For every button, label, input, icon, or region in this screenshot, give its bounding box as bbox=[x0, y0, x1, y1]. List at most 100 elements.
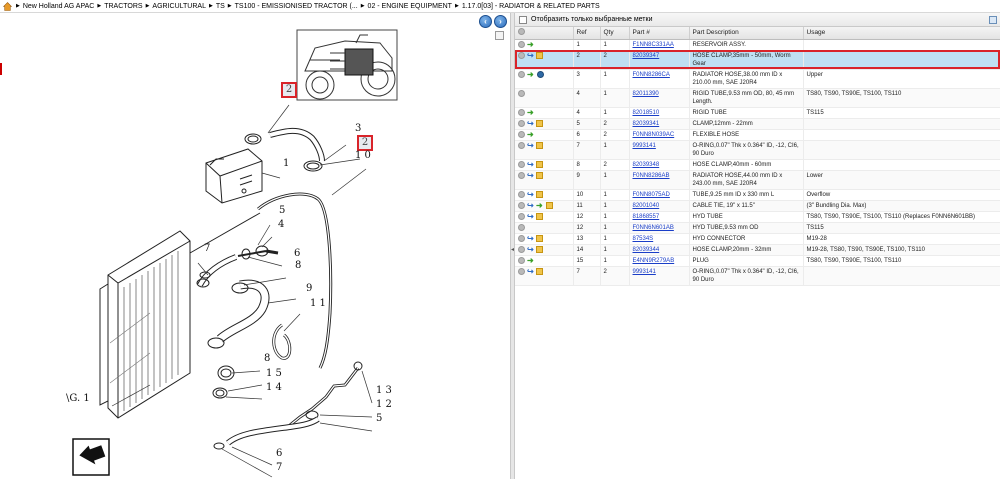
info-icon[interactable] bbox=[518, 202, 525, 209]
replace-arrow-icon[interactable]: ↪ bbox=[527, 202, 534, 210]
replace-arrow-icon[interactable]: ↪ bbox=[527, 52, 534, 60]
info-icon[interactable] bbox=[518, 142, 525, 149]
replace-arrow-icon[interactable]: ↪ bbox=[527, 120, 534, 128]
table-row[interactable]: ↪ 8 2 82039348 HOSE CLAMP,40mm - 60mm bbox=[515, 159, 1000, 170]
table-row[interactable]: ↪ 7 1 9993141 O-RING,0.07" Thk x 0.364" ID, … bbox=[515, 140, 1000, 159]
part-number-link[interactable]: F0NN8075AD bbox=[633, 192, 670, 198]
table-row[interactable]: ↪ 2 2 82039347 HOSE CLAMP,35mm - 50mm, Worm … bbox=[515, 50, 1000, 69]
go-arrow-icon[interactable]: ➜ bbox=[527, 131, 535, 139]
info-icon[interactable] bbox=[518, 246, 525, 253]
table-row[interactable]: ➜ 3 1 F0NN8286CA RADIATOR HOSE,38.00 mm ID x… bbox=[515, 69, 1000, 88]
info-icon[interactable] bbox=[518, 90, 525, 97]
info-icon[interactable] bbox=[518, 28, 525, 36]
replace-arrow-icon[interactable]: ↪ bbox=[527, 161, 534, 169]
breadcrumb-item[interactable]: TS bbox=[216, 3, 225, 10]
info-icon[interactable] bbox=[518, 191, 525, 198]
ref-column-header[interactable]: Ref bbox=[573, 27, 601, 40]
package-icon[interactable] bbox=[536, 172, 543, 179]
table-row[interactable]: 12 1 F0NN6N601AB HYD TUBE,9.53 mm OD TS115 bbox=[515, 222, 1000, 233]
replace-arrow-icon[interactable]: ↪ bbox=[527, 235, 534, 243]
replace-arrow-icon[interactable]: ↪ bbox=[527, 172, 534, 180]
replace-arrow-icon[interactable]: ↪ bbox=[527, 191, 534, 199]
table-row[interactable]: ↪ 9 1 F0NN8286AB RADIATOR HOSE,44.00 mm ID x… bbox=[515, 170, 1000, 189]
info-icon[interactable] bbox=[518, 224, 525, 231]
info-icon[interactable] bbox=[518, 71, 525, 78]
table-row[interactable]: ↪ ➜ 11 1 82001040 CABLE TIE, 19" x 11.5" (3" B… bbox=[515, 200, 1000, 211]
globe-icon[interactable] bbox=[537, 71, 544, 78]
replace-arrow-icon[interactable]: ↪ bbox=[527, 246, 534, 254]
breadcrumb-item[interactable]: 1.17.0[03] - RADIATOR & RELATED PARTS bbox=[462, 3, 600, 10]
breadcrumb-item[interactable]: New Holland AG APAC bbox=[23, 3, 94, 10]
qty-column-header[interactable]: Qty bbox=[600, 27, 630, 40]
part-number-link[interactable]: 9993141 bbox=[633, 269, 656, 275]
info-icon[interactable] bbox=[518, 41, 525, 48]
package-icon[interactable] bbox=[536, 213, 543, 220]
package-icon[interactable] bbox=[546, 202, 553, 209]
package-icon[interactable] bbox=[536, 191, 543, 198]
part-number-link[interactable]: F0NN8286CA bbox=[633, 72, 670, 78]
part-number-link[interactable]: 82039348 bbox=[633, 162, 660, 168]
go-arrow-icon[interactable]: ➜ bbox=[536, 202, 544, 210]
go-arrow-icon[interactable]: ➜ bbox=[527, 257, 535, 265]
replace-arrow-icon[interactable]: ↪ bbox=[527, 268, 534, 276]
part-number-link[interactable]: E4NN9R279AB bbox=[633, 258, 675, 264]
table-row[interactable]: ↪ 5 2 82039341 CLAMP,12mm - 22mm bbox=[515, 118, 1000, 129]
highlighted-callout[interactable]: 2 bbox=[281, 82, 297, 98]
package-icon[interactable] bbox=[536, 120, 543, 127]
show-selected-only-checkbox[interactable] bbox=[519, 15, 527, 24]
part-number-link[interactable]: 82011390 bbox=[633, 91, 659, 97]
part-number-link[interactable]: 9993141 bbox=[633, 143, 656, 149]
table-row[interactable]: ➜ 4 1 82018510 RIGID TUBE TS115 bbox=[515, 107, 1000, 118]
info-icon[interactable] bbox=[518, 109, 525, 116]
replace-arrow-icon[interactable]: ↪ bbox=[527, 213, 534, 221]
info-icon[interactable] bbox=[518, 235, 525, 242]
table-row[interactable]: ➜ 6 2 F0NN8N039AC FLEXIBLE HOSE bbox=[515, 129, 1000, 140]
package-icon[interactable] bbox=[536, 52, 543, 59]
select-all-header[interactable] bbox=[515, 27, 574, 40]
part-number-column-header[interactable]: Part # bbox=[629, 27, 690, 40]
replace-arrow-icon[interactable]: ↪ bbox=[527, 142, 534, 150]
package-icon[interactable] bbox=[536, 161, 543, 168]
info-icon[interactable] bbox=[518, 120, 525, 127]
table-row[interactable]: 4 1 82011390 RIGID TUBE,9.53 mm OD, 80, 45 … bbox=[515, 88, 1000, 107]
part-number-link[interactable]: 82039344 bbox=[633, 247, 660, 253]
package-icon[interactable] bbox=[536, 246, 543, 253]
info-icon[interactable] bbox=[518, 161, 525, 168]
package-icon[interactable] bbox=[536, 268, 543, 275]
home-icon[interactable] bbox=[2, 1, 13, 11]
package-icon[interactable] bbox=[536, 142, 543, 149]
part-number-link[interactable]: 87534S bbox=[633, 236, 654, 242]
info-icon[interactable] bbox=[518, 131, 525, 138]
go-arrow-icon[interactable]: ➜ bbox=[527, 41, 535, 49]
part-number-link[interactable]: F0NN8286AB bbox=[633, 173, 670, 179]
breadcrumb-item[interactable]: AGRICULTURAL bbox=[152, 3, 206, 10]
part-number-link[interactable]: F0NN6N601AB bbox=[633, 225, 674, 231]
breadcrumb-item[interactable]: 02 - ENGINE EQUIPMENT bbox=[368, 3, 452, 10]
info-icon[interactable] bbox=[518, 172, 525, 179]
table-row[interactable]: ↪ 14 1 82039344 HOSE CLAMP,20mm - 32mm M19-28… bbox=[515, 244, 1000, 255]
export-icon[interactable] bbox=[989, 16, 997, 24]
part-number-link[interactable]: 82018510 bbox=[633, 110, 660, 116]
breadcrumb-item[interactable]: TRACTORS bbox=[104, 3, 142, 10]
part-number-link[interactable]: F1NN8C331AA bbox=[633, 42, 674, 48]
usage-column-header[interactable]: Usage bbox=[803, 27, 1000, 40]
part-number-link[interactable]: 81868557 bbox=[633, 214, 660, 220]
splitter-grip-icon[interactable]: ◂ bbox=[511, 245, 514, 255]
description-column-header[interactable]: Part Description bbox=[689, 27, 804, 40]
table-row[interactable]: ↪ 13 1 87534S HYD CONNECTOR M19-28 bbox=[515, 233, 1000, 244]
part-number-link[interactable]: 82039347 bbox=[633, 53, 660, 59]
part-number-link[interactable]: 82039341 bbox=[633, 121, 660, 127]
info-icon[interactable] bbox=[518, 257, 525, 264]
table-row[interactable]: ↪ 7 2 9993141 O-RING,0.07" Thk x 0.364" ID, … bbox=[515, 266, 1000, 285]
table-row[interactable]: ↪ 10 1 F0NN8075AD TUBE,9.25 mm ID x 330 mm L… bbox=[515, 189, 1000, 200]
info-icon[interactable] bbox=[518, 52, 525, 59]
go-arrow-icon[interactable]: ➜ bbox=[527, 71, 535, 79]
highlighted-callout[interactable]: 2 bbox=[357, 135, 373, 151]
go-arrow-icon[interactable]: ➜ bbox=[527, 109, 535, 117]
table-row[interactable]: ➜ 15 1 E4NN9R279AB PLUG TS80, TS90, TS90E, TS… bbox=[515, 255, 1000, 266]
info-icon[interactable] bbox=[518, 213, 525, 220]
package-icon[interactable] bbox=[536, 235, 543, 242]
part-number-link[interactable]: 82001040 bbox=[633, 203, 660, 209]
part-number-link[interactable]: F0NN8N039AC bbox=[633, 132, 675, 138]
breadcrumb-item[interactable]: TS100 - EMISSIONISED TRACTOR (... bbox=[235, 3, 358, 10]
